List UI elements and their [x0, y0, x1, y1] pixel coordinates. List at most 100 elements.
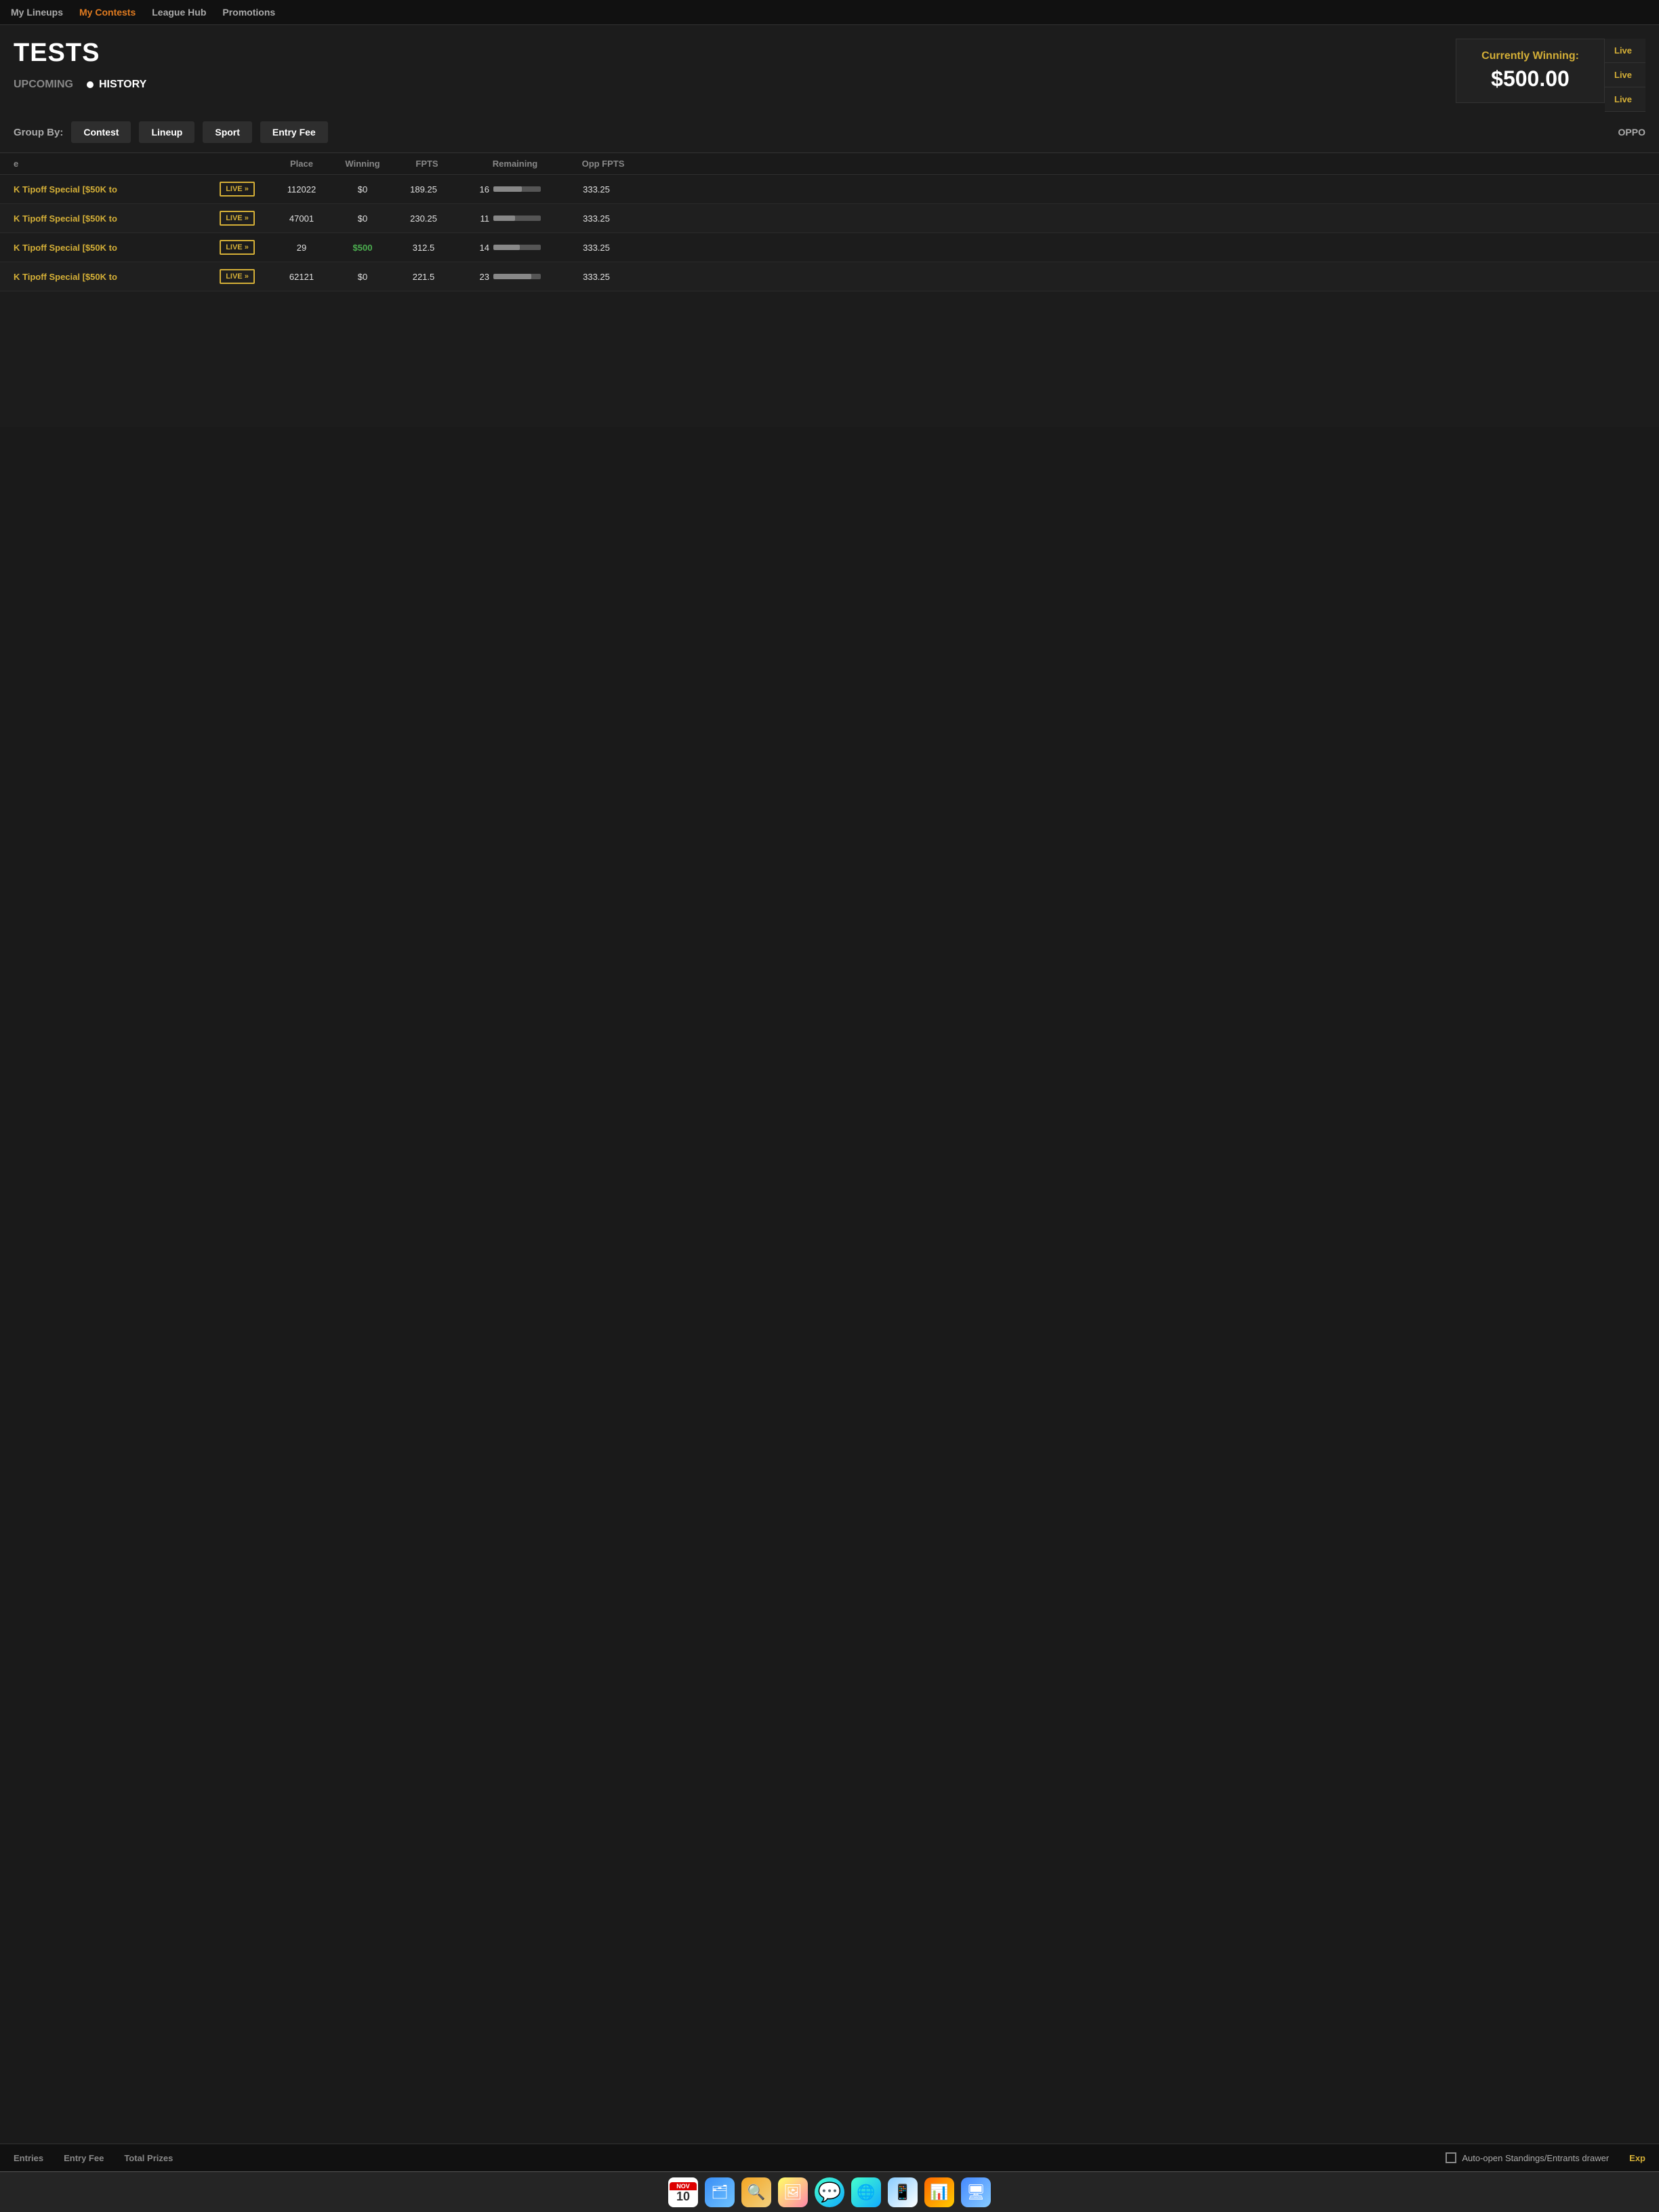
th-place: Place [271, 159, 332, 169]
groupby-contest-btn[interactable]: Contest [71, 121, 131, 143]
footer-total-prizes: Total Prizes [124, 2153, 173, 2163]
groupby-sport-btn[interactable]: Sport [203, 121, 252, 143]
dock-app-5[interactable]: 💬 [815, 2177, 844, 2207]
winning-amount: $500.00 [1473, 66, 1588, 91]
th-winning: Winning [332, 159, 393, 169]
page-title: TESTS [14, 39, 1456, 68]
tab-upcoming[interactable]: UPCOMING [14, 75, 73, 95]
table-row: K Tipoff Special [$50K to LIVE » 47001$023… [0, 204, 1659, 233]
contest-name-1[interactable]: K Tipoff Special [$50K to [14, 213, 203, 224]
page-title-area: TESTS UPCOMING HISTORY [14, 39, 1456, 95]
contest-name-2[interactable]: K Tipoff Special [$50K to [14, 243, 203, 253]
winning-1: $0 [332, 213, 393, 224]
contest-name-0[interactable]: K Tipoff Special [$50K to [14, 184, 203, 194]
dock-cal-day: 10 [676, 2190, 690, 2203]
dock-calendar[interactable]: NOV 10 [668, 2177, 698, 2207]
remaining-fill-3 [493, 274, 531, 279]
th-fpts: FPTS [393, 159, 461, 169]
opp-fpts-3: 333.25 [562, 272, 630, 282]
table-row: K Tipoff Special [$50K to LIVE » 29$500312… [0, 233, 1659, 262]
winning-2: $500 [332, 243, 393, 253]
table-row: K Tipoff Special [$50K toLIVE »112022$01… [0, 175, 1659, 204]
groupby-entryfee-btn[interactable]: Entry Fee [260, 121, 328, 143]
fpts-0: 189.25 [393, 184, 454, 194]
remaining-bar-3 [493, 274, 541, 279]
remaining-num-2: 14 [476, 243, 489, 253]
dock-app-2[interactable]: 🗂 [705, 2177, 735, 2207]
live-badge-3[interactable]: LIVE » [220, 269, 255, 284]
live-badge-0[interactable]: LIVE » [220, 182, 255, 197]
dock-app-7[interactable]: 📱 [888, 2177, 918, 2207]
history-label: HISTORY [99, 79, 146, 91]
remaining-num-1: 11 [476, 213, 489, 224]
live-side-panel: Live Live Live [1605, 39, 1645, 112]
nav-league-hub[interactable]: League Hub [152, 7, 206, 18]
dock-app-8[interactable]: 📊 [924, 2177, 954, 2207]
groupby-lineup-btn[interactable]: Lineup [139, 121, 194, 143]
dock-cal-month: NOV [670, 2182, 697, 2190]
history-dot [87, 81, 94, 88]
place-2: 29 [271, 243, 332, 253]
tab-row: UPCOMING HISTORY [14, 75, 1456, 95]
live-badge-2[interactable]: LIVE » [220, 240, 255, 255]
winning-panel: Currently Winning: $500.00 [1456, 39, 1605, 103]
live-side-btn-3[interactable]: Live [1605, 87, 1645, 112]
fpts-2: 312.5 [393, 243, 454, 253]
winning-0: $0 [332, 184, 393, 194]
remaining-bar-0 [493, 186, 541, 192]
place-1: 47001 [271, 213, 332, 224]
mac-dock: NOV 10 🗂 🔍 🖼 💬 🌐 📱 📊 🖥 [0, 2171, 1659, 2212]
nav-my-contests[interactable]: My Contests [79, 7, 136, 18]
dock-app-4[interactable]: 🖼 [778, 2177, 808, 2207]
remaining-3: 23 [454, 272, 562, 282]
remaining-2: 14 [454, 243, 562, 253]
header-main: TESTS UPCOMING HISTORY [14, 39, 1456, 95]
fpts-3: 221.5 [393, 272, 454, 282]
footer-entry-fee: Entry Fee [64, 2153, 104, 2163]
auto-open-label: Auto-open Standings/Entrants drawer [1462, 2153, 1609, 2163]
fpts-1: 230.25 [393, 213, 454, 224]
footer-exp: Exp [1629, 2153, 1645, 2163]
nav-my-lineups[interactable]: My Lineups [11, 7, 63, 18]
opp-fpts-0: 333.25 [562, 184, 630, 194]
remaining-fill-0 [493, 186, 522, 192]
groupby-section: Group By: Contest Lineup Sport Entry Fee… [0, 112, 1659, 153]
nav-promotions[interactable]: Promotions [222, 7, 275, 18]
footer-bar: Entries Entry Fee Total Prizes Auto-open… [0, 2144, 1659, 2171]
table-section: K Tipoff Special [$50K toLIVE »112022$01… [0, 175, 1659, 291]
live-side-btn-2[interactable]: Live [1605, 63, 1645, 87]
top-nav: My Lineups My Contests League Hub Promot… [0, 0, 1659, 25]
tab-history[interactable]: HISTORY [87, 75, 146, 95]
opp-label: OPPO [1618, 127, 1645, 138]
live-side-btn-1[interactable]: Live [1605, 39, 1645, 63]
remaining-num-3: 23 [476, 272, 489, 282]
header-section: TESTS UPCOMING HISTORY Currently Winning… [0, 25, 1659, 112]
remaining-fill-2 [493, 245, 520, 250]
opp-fpts-2: 333.25 [562, 243, 630, 253]
footer-auto-open: Auto-open Standings/Entrants drawer [1446, 2152, 1609, 2163]
remaining-bar-2 [493, 245, 541, 250]
remaining-1: 11 [454, 213, 562, 224]
live-badge-1[interactable]: LIVE » [220, 211, 255, 226]
footer-entries: Entries [14, 2153, 43, 2163]
table-header-row: e Place Winning FPTS Remaining Opp FPTS [0, 153, 1659, 175]
auto-open-checkbox[interactable] [1446, 2152, 1456, 2163]
th-remaining: Remaining [461, 159, 569, 169]
empty-space [0, 291, 1659, 427]
remaining-num-0: 16 [476, 184, 489, 194]
winning-label: Currently Winning: [1473, 50, 1588, 62]
remaining-bar-1 [493, 216, 541, 221]
remaining-fill-1 [493, 216, 515, 221]
th-name: e [14, 159, 203, 169]
contest-name-3[interactable]: K Tipoff Special [$50K to [14, 272, 203, 282]
place-0: 112022 [271, 184, 332, 194]
dock-app-6[interactable]: 🌐 [851, 2177, 881, 2207]
th-opp-fpts: Opp FPTS [569, 159, 637, 169]
place-3: 62121 [271, 272, 332, 282]
opp-fpts-1: 333.25 [562, 213, 630, 224]
winning-3: $0 [332, 272, 393, 282]
groupby-label: Group By: [14, 127, 63, 138]
dock-app-9[interactable]: 🖥 [961, 2177, 991, 2207]
remaining-0: 16 [454, 184, 562, 194]
dock-app-3[interactable]: 🔍 [741, 2177, 771, 2207]
